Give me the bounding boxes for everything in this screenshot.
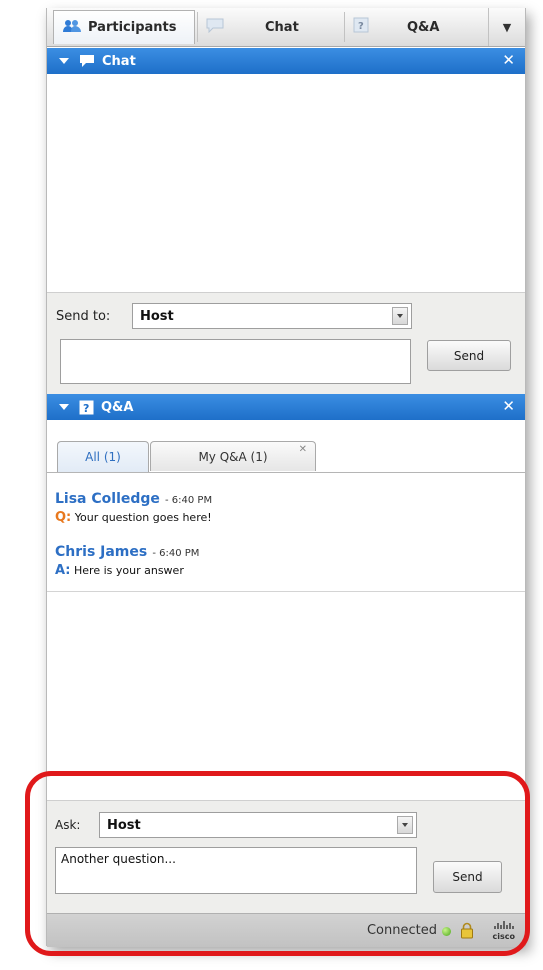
chat-panel-header[interactable]: Chat ✕ <box>47 48 525 74</box>
svg-text:?: ? <box>83 402 89 415</box>
qa-subtab-bar: All (1) My Q&A (1) ✕ <box>47 428 525 473</box>
panel-tab-bar: Participants Chat ? Q&A ▼ <box>47 8 525 47</box>
chat-send-button[interactable]: Send <box>427 340 511 371</box>
sender-name: Lisa Colledge <box>55 491 160 507</box>
qa-message-list: Lisa Colledge - 6:40 PM Q: Your question… <box>47 473 525 592</box>
close-icon[interactable]: ✕ <box>299 444 307 455</box>
tab-chat[interactable]: Chat <box>205 10 345 44</box>
qa-tab-my-qa-label: My Q&A (1) <box>198 449 268 464</box>
chat-controls: Send to: Host Send <box>47 292 525 395</box>
tab-participants-label: Participants <box>88 20 177 35</box>
question-prefix: Q: <box>55 510 72 525</box>
tab-participants[interactable]: Participants <box>53 10 195 44</box>
qa-panel-header[interactable]: ? Q&A ✕ <box>47 394 525 420</box>
list-item: Chris James - 6:40 PM A: Here is your an… <box>55 541 199 578</box>
message-time: - 6:40 PM <box>152 548 200 559</box>
close-icon[interactable]: ✕ <box>502 51 515 69</box>
chat-panel-title: Chat <box>102 53 136 69</box>
svg-text:?: ? <box>358 21 364 32</box>
question-icon: ? <box>353 17 369 37</box>
send-to-label: Send to: <box>56 309 111 324</box>
question-text: Your question goes here! <box>74 511 212 524</box>
tab-chat-label: Chat <box>265 19 299 35</box>
qa-tab-all[interactable]: All (1) <box>57 441 149 472</box>
qa-panel-title: Q&A <box>101 399 134 415</box>
collapse-triangle-icon <box>59 404 69 410</box>
chat-bubble-icon <box>79 54 95 68</box>
chevron-down-icon: ▼ <box>502 20 512 34</box>
tab-overflow-button[interactable]: ▼ <box>488 8 525 46</box>
chevron-down-icon <box>392 307 408 325</box>
message-time: - 6:40 PM <box>165 495 213 506</box>
qa-tab-all-label: All (1) <box>85 450 121 464</box>
sender-name: Chris James <box>55 544 148 560</box>
participants-icon <box>62 19 82 37</box>
qa-empty-area <box>47 592 525 800</box>
close-icon[interactable]: ✕ <box>502 397 515 415</box>
send-to-dropdown[interactable]: Host <box>132 303 412 329</box>
tab-qa-label: Q&A <box>407 19 440 35</box>
collapse-triangle-icon <box>59 58 69 64</box>
chat-bubble-icon <box>205 17 225 37</box>
tab-divider <box>197 12 198 42</box>
answer-prefix: A: <box>55 563 71 578</box>
highlight-annotation-box <box>25 771 530 956</box>
list-item: Lisa Colledge - 6:40 PM Q: Your question… <box>55 488 212 525</box>
send-to-value: Host <box>140 308 174 324</box>
chat-message-area <box>47 74 525 292</box>
chat-message-input[interactable] <box>60 339 411 384</box>
chat-send-label: Send <box>453 348 485 363</box>
tab-divider <box>344 12 345 42</box>
question-icon: ? <box>79 400 94 415</box>
qa-tab-my-qa[interactable]: My Q&A (1) ✕ <box>150 441 316 471</box>
answer-text: Here is your answer <box>74 564 184 577</box>
tab-qa[interactable]: ? Q&A <box>353 10 487 44</box>
